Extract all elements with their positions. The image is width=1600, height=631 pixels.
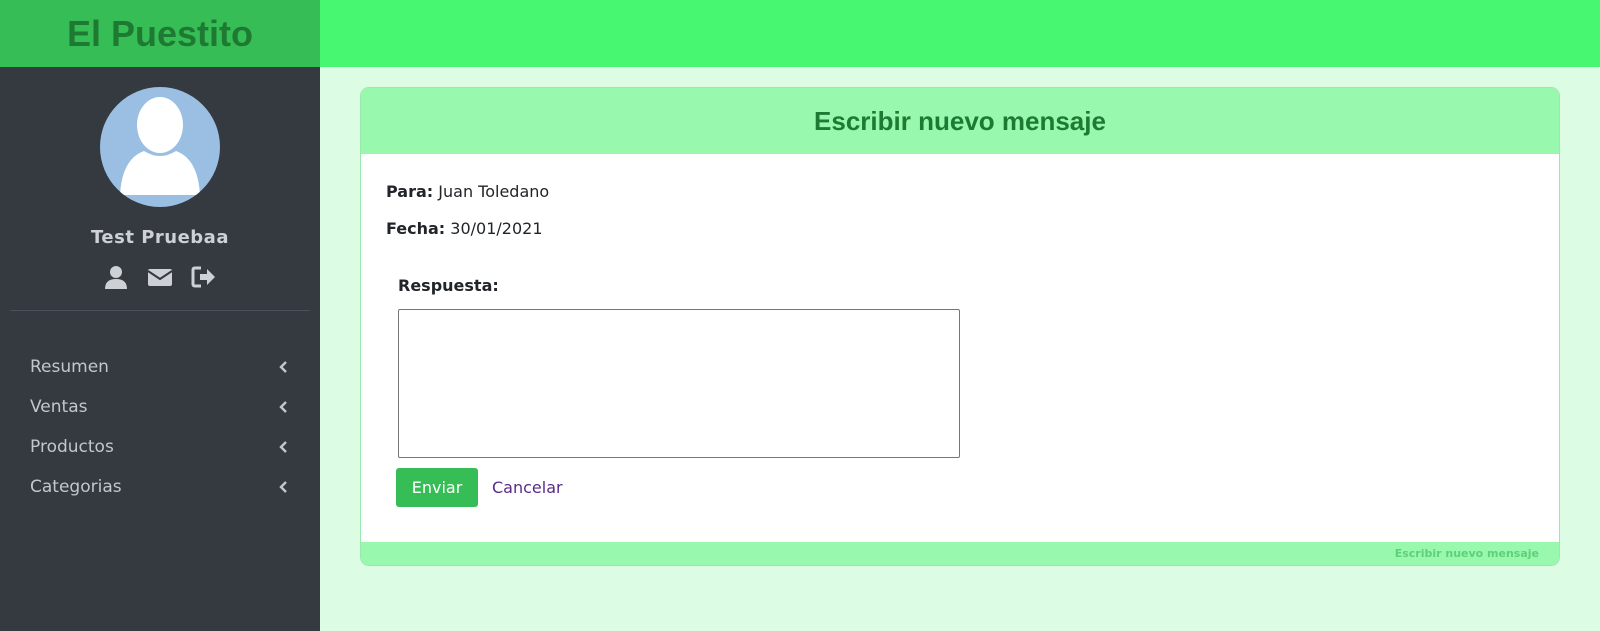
card-body: Para: Juan Toledano Fecha: 30/01/2021 Re… [361,154,1559,507]
brand-title[interactable]: El Puestito [67,13,253,55]
sidebar-item-ventas[interactable]: Ventas [0,387,320,427]
sidebar-item-label: Categorias [30,477,122,497]
send-button[interactable]: Enviar [396,468,478,507]
sidebar-item-categorias[interactable]: Categorias [0,467,320,507]
recipient-line: Para: Juan Toledano [386,182,1534,201]
sidebar-item-label: Resumen [30,357,109,377]
profile-icon[interactable] [103,264,129,290]
recipient-value: Juan Toledano [438,182,550,201]
date-label: Fecha: [386,219,446,238]
date-value: 30/01/2021 [450,219,543,238]
card-title: Escribir nuevo mensaje [814,105,1106,136]
recipient-label: Para: [386,182,434,201]
card-header: Escribir nuevo mensaje [361,88,1559,154]
chevron-left-icon [279,441,287,453]
chevron-left-icon [279,481,287,493]
cancel-link[interactable]: Cancelar [492,478,563,497]
user-actions [0,264,320,290]
reply-textarea[interactable] [398,309,960,458]
chevron-left-icon [279,401,287,413]
sidebar: El Puestito Test Pruebaa Resumen Ventas … [0,0,320,631]
brand-bar: El Puestito [0,0,320,67]
avatar [100,87,220,207]
logout-icon[interactable] [191,264,217,290]
message-card: Escribir nuevo mensaje Para: Juan Toleda… [360,87,1560,566]
sidebar-divider [10,310,310,311]
form-actions: Enviar Cancelar [396,468,1534,507]
topbar [320,0,1600,67]
user-name: Test Pruebaa [91,227,229,248]
reply-label: Respuesta: [398,276,499,295]
date-line: Fecha: 30/01/2021 [386,219,1534,238]
card-footer: Escribir nuevo mensaje [361,542,1559,565]
sidebar-item-productos[interactable]: Productos [0,427,320,467]
user-silhouette-icon [120,97,200,195]
sidebar-item-label: Productos [30,437,114,457]
chevron-left-icon [279,361,287,373]
sidebar-item-resumen[interactable]: Resumen [0,347,320,387]
sidebar-item-label: Ventas [30,397,88,417]
messages-icon[interactable] [147,264,173,290]
